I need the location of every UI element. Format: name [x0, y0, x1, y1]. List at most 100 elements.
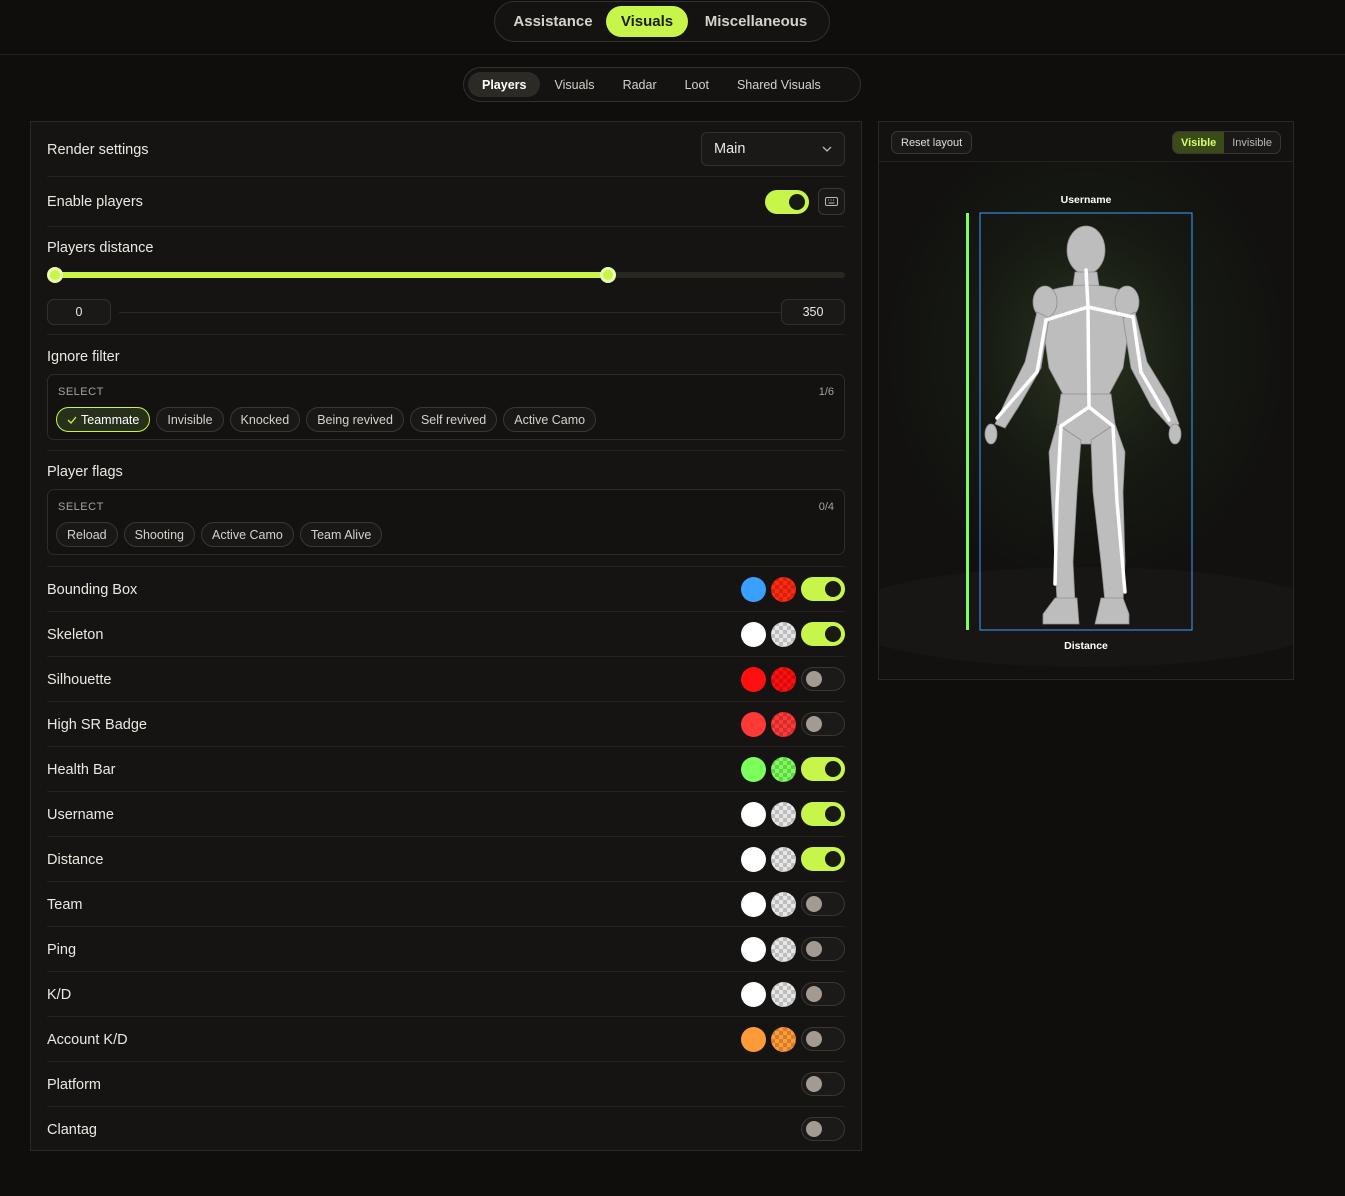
invisible-option[interactable]: Invisible [1224, 132, 1280, 153]
feature-row-ping: Ping [47, 927, 845, 972]
secondary-color-swatch[interactable] [771, 712, 796, 737]
feature-toggle-team[interactable] [801, 892, 845, 916]
tab-assistance[interactable]: Assistance [500, 6, 606, 37]
chip-reload[interactable]: Reload [56, 522, 118, 547]
chip-active-camo[interactable]: Active Camo [503, 407, 597, 432]
distance-range-line [119, 312, 781, 313]
preview-username-label: Username [1061, 194, 1112, 206]
subtab-shared-visuals[interactable]: Shared Visuals [723, 72, 835, 97]
secondary-color-swatch[interactable] [771, 847, 796, 872]
player-flags-chips: Reload Shooting Active Camo Team Alive [56, 522, 383, 547]
reset-layout-button[interactable]: Reset layout [891, 131, 973, 154]
keybind-button[interactable] [818, 188, 845, 215]
primary-color-swatch[interactable] [741, 892, 766, 917]
chip-being-revived[interactable]: Being revived [306, 407, 404, 432]
primary-color-swatch[interactable] [741, 982, 766, 1007]
secondary-color-swatch[interactable] [771, 802, 796, 827]
feature-toggle-distance[interactable] [801, 847, 845, 871]
feature-toggle-platform[interactable] [801, 1072, 845, 1096]
primary-color-swatch[interactable] [741, 577, 766, 602]
chip-label: Shooting [134, 527, 184, 542]
primary-color-swatch[interactable] [741, 1027, 766, 1052]
distance-slider[interactable] [47, 267, 845, 283]
primary-color-swatch[interactable] [741, 847, 766, 872]
secondary-color-swatch[interactable] [771, 577, 796, 602]
feature-toggle-skeleton[interactable] [801, 622, 845, 646]
feature-label: Platform [47, 1077, 101, 1093]
feature-toggle-username[interactable] [801, 802, 845, 826]
tab-visuals[interactable]: Visuals [606, 6, 688, 37]
feature-toggle-account-k-d[interactable] [801, 1027, 845, 1051]
visibility-toggle: Visible Invisible [1171, 131, 1281, 154]
secondary-color-swatch[interactable] [771, 982, 796, 1007]
chip-label: Active Camo [514, 412, 586, 427]
preview-header: Reset layout Visible Invisible [879, 122, 1293, 162]
feature-toggle-k-d[interactable] [801, 982, 845, 1006]
toggle-knob [825, 851, 841, 867]
ignore-filter-select-label: SELECT [58, 386, 104, 398]
subtab-visuals[interactable]: Visuals [540, 72, 608, 97]
secondary-color-swatch[interactable] [771, 622, 796, 647]
chip-teammate[interactable]: Teammate [56, 407, 151, 432]
toggle-knob [789, 194, 805, 210]
subtab-players[interactable]: Players [468, 72, 541, 97]
check-icon [67, 416, 77, 424]
feature-toggle-bounding-box[interactable] [801, 577, 845, 601]
chip-shooting[interactable]: Shooting [123, 522, 195, 547]
player-flags-select: SELECT 0/4 Reload Shooting Active Camo T… [47, 489, 845, 555]
chip-label: Reload [67, 527, 107, 542]
distance-max-input[interactable]: 350 [781, 299, 845, 325]
feature-toggle-high-sr-badge[interactable] [801, 712, 845, 736]
visible-option[interactable]: Visible [1172, 132, 1225, 153]
primary-color-swatch[interactable] [741, 712, 766, 737]
feature-toggle-ping[interactable] [801, 937, 845, 961]
feature-row-username: Username [47, 792, 845, 837]
player-flags-row: Player flags SELECT 0/4 Reload Shooting … [47, 451, 845, 567]
subtab-loot[interactable]: Loot [671, 72, 723, 97]
secondary-color-swatch[interactable] [771, 1027, 796, 1052]
feature-toggle-silhouette[interactable] [801, 667, 845, 691]
toggle-knob [806, 1076, 822, 1092]
chevron-down-icon [822, 146, 832, 152]
distance-min-input[interactable]: 0 [47, 299, 111, 325]
distance-slider-max-handle[interactable] [600, 267, 616, 283]
secondary-color-swatch[interactable] [771, 892, 796, 917]
players-distance-label: Players distance [47, 240, 154, 256]
feature-toggle-clantag[interactable] [801, 1117, 845, 1141]
player-flags-select-label: SELECT [58, 501, 104, 513]
enable-players-toggle[interactable] [765, 190, 809, 214]
chip-team-alive[interactable]: Team Alive [299, 522, 383, 547]
chip-active-camo[interactable]: Active Camo [200, 522, 294, 547]
primary-color-swatch[interactable] [741, 622, 766, 647]
render-settings-label: Render settings [47, 142, 149, 158]
chip-self-revived[interactable]: Self revived [409, 407, 498, 432]
primary-color-swatch[interactable] [741, 802, 766, 827]
toggle-knob [806, 1121, 822, 1137]
render-settings-row: Render settings Main [47, 122, 845, 177]
feature-row-high-sr-badge: High SR Badge [47, 702, 845, 747]
subtab-radar[interactable]: Radar [609, 72, 671, 97]
players-distance-row: Players distance [47, 227, 845, 335]
primary-color-swatch[interactable] [741, 667, 766, 692]
toggle-knob [825, 806, 841, 822]
chip-invisible[interactable]: Invisible [156, 407, 224, 432]
chip-knocked[interactable]: Knocked [229, 407, 301, 432]
primary-color-swatch[interactable] [741, 937, 766, 962]
render-settings-select[interactable]: Main [701, 132, 845, 166]
enable-players-row: Enable players [47, 177, 845, 227]
mannequin-body [984, 225, 1182, 625]
chip-label: Team Alive [310, 527, 372, 542]
toggle-knob [806, 941, 822, 957]
secondary-color-swatch[interactable] [771, 937, 796, 962]
feature-toggle-health-bar[interactable] [801, 757, 845, 781]
secondary-color-swatch[interactable] [771, 757, 796, 782]
toggle-knob [806, 671, 822, 687]
primary-color-swatch[interactable] [741, 757, 766, 782]
feature-row-platform: Platform [47, 1062, 845, 1107]
secondary-color-swatch[interactable] [771, 667, 796, 692]
feature-label: Health Bar [47, 762, 116, 778]
player-preview-figure: Username Distance [836, 194, 1336, 667]
feature-row-skeleton: Skeleton [47, 612, 845, 657]
distance-slider-min-handle[interactable] [47, 267, 63, 283]
tab-miscellaneous[interactable]: Miscellaneous [688, 6, 824, 37]
